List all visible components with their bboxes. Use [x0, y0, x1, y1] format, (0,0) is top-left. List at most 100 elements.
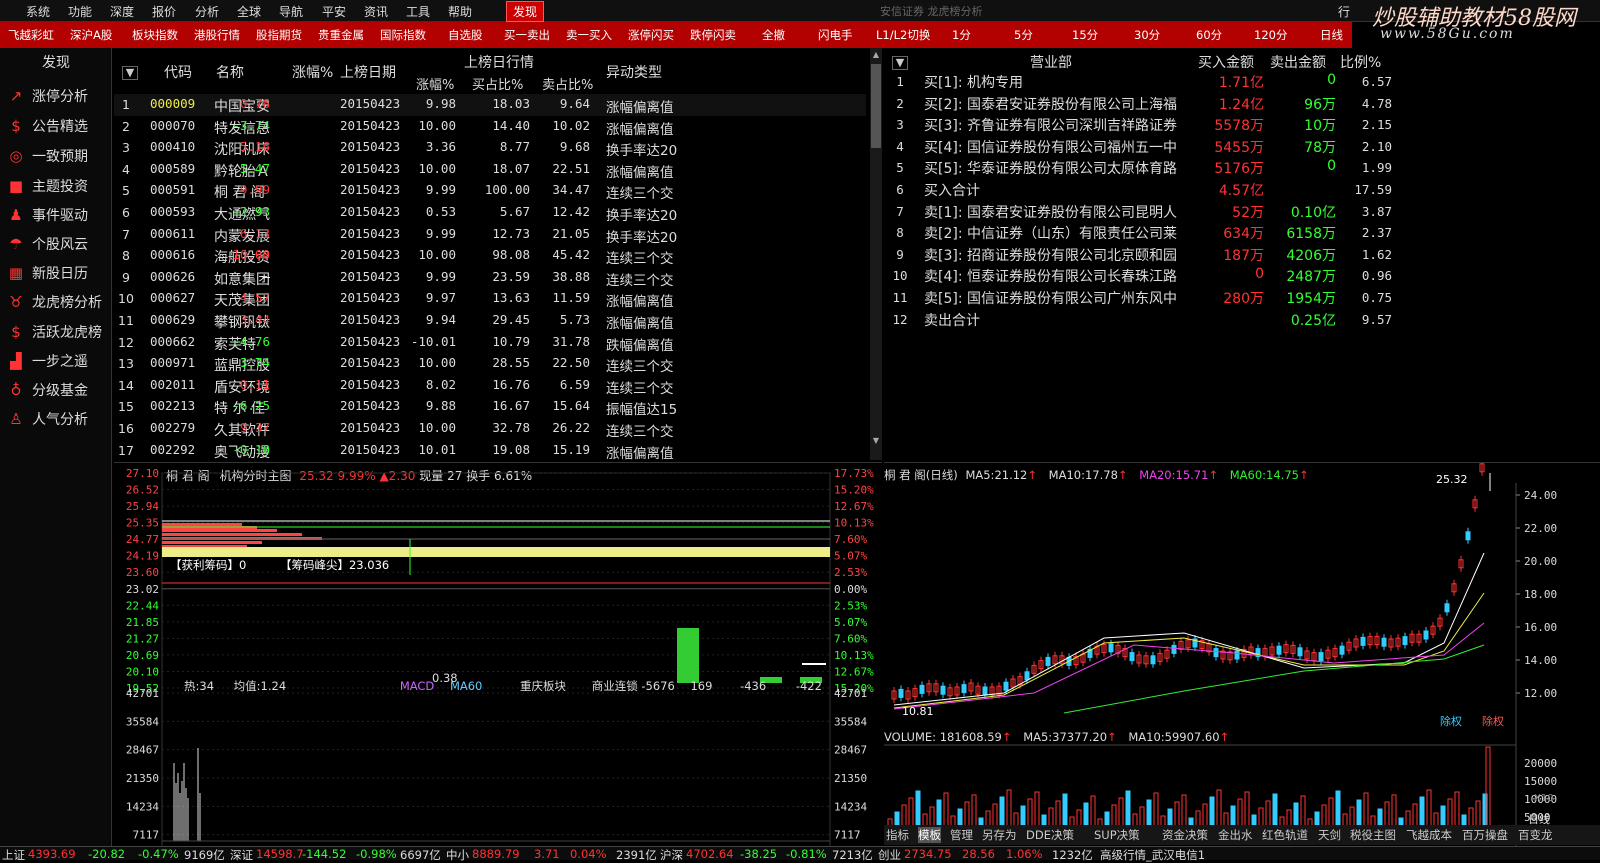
tb-limit-up-buy[interactable]: 涨停闪买	[628, 27, 674, 43]
tb-a-share[interactable]: 深沪A股	[70, 27, 112, 43]
indicator-tab[interactable]: 飞越成本	[1406, 827, 1452, 843]
tb-15min[interactable]: 15分	[1072, 27, 1098, 43]
tb-sector-index[interactable]: 板块指数	[132, 27, 178, 43]
col-ratio[interactable]: 比例%	[1340, 52, 1381, 72]
tb-limit-down-sell[interactable]: 跌停闪卖	[690, 27, 736, 43]
col-split-pct[interactable]: 涨幅%	[416, 74, 454, 93]
col-sell-amount[interactable]: 卖出金额	[1270, 52, 1326, 72]
scroll-down-icon[interactable]: ▼	[871, 436, 881, 446]
broker-row[interactable]: 2 买[2]: 国泰君安证券股份有限公司上海福 1.24亿 96万 4.78	[884, 92, 1600, 114]
tb-cancel-all[interactable]: 全撤	[762, 27, 785, 43]
tb-intl-index[interactable]: 国际指数	[380, 27, 426, 43]
tb-30min[interactable]: 30分	[1134, 27, 1160, 43]
indicator-tab[interactable]: DDE决策	[1026, 827, 1074, 843]
tb-ask-buy[interactable]: 卖一买入	[566, 27, 612, 43]
sidebar-item-one-step[interactable]: ▟ 一步之遥	[6, 349, 110, 373]
indicator-tab[interactable]: 金出水	[1218, 827, 1253, 843]
table-row[interactable]: 13 000971 蓝鼎控股 -3.74 20150423 10.00 28.55 22.50…	[114, 353, 866, 375]
col-pct[interactable]: 涨幅%	[292, 62, 333, 82]
tb-lightning[interactable]: 闪电手	[818, 27, 853, 43]
indicator-tab[interactable]: 天剑	[1318, 827, 1341, 843]
tb-hk[interactable]: 港股行情	[194, 27, 240, 43]
tb-120min[interactable]: 120分	[1254, 27, 1287, 43]
tb-futures[interactable]: 股指期货	[256, 27, 302, 43]
sidebar-item-consensus[interactable]: ◎ 一致预期	[6, 144, 110, 168]
col-buy[interactable]: 买占比%	[472, 74, 523, 93]
table-row[interactable]: 11 000629 攀钢钒钛 3.44 20150423 9.94 29.45 5.73 涨幅偏…	[114, 310, 866, 332]
table-row[interactable]: 1 000009 中国宝安 0.76 20150423 9.98 18.03 9.64 涨幅偏离…	[114, 94, 866, 116]
sidebar-item-dragon-tiger[interactable]: ♉ 龙虎榜分析	[6, 290, 110, 314]
table-row[interactable]: 10 000627 天茂集团 4.57 20150423 9.97 13.63 11.59 涨幅…	[114, 288, 866, 310]
menu-help[interactable]: 帮助	[448, 3, 472, 20]
col-type[interactable]: 异动类型	[606, 62, 662, 82]
broker-row[interactable]: 3 买[3]: 齐鲁证券有限公司深圳吉祥路证券 5578万 10万 2.15	[884, 113, 1600, 135]
indicator-tab[interactable]: 百变龙	[1518, 827, 1553, 843]
menu-right[interactable]: 行	[1338, 3, 1350, 20]
sidebar-item-stock-news[interactable]: ☂ 个股风云	[6, 232, 110, 256]
table-row[interactable]: 3 000410 沈阳机床 5.16 20150423 3.36 8.77 9.68 换手率达2…	[114, 137, 866, 159]
menu-depth[interactable]: 深度	[110, 3, 134, 20]
sort-dropdown-icon[interactable]: ▼	[122, 66, 138, 80]
col-date[interactable]: 上榜日期	[340, 62, 396, 82]
indicator-tab[interactable]: 百万操盘	[1462, 827, 1508, 843]
broker-dropdown-icon[interactable]: ▼	[892, 56, 908, 70]
intraday-chart[interactable]: 桐 君 阁 机构分时主图 25.32 9.99% ▲2.30 现量 27 换手 …	[114, 462, 882, 847]
indicator-tab[interactable]: 红色轨道	[1262, 827, 1308, 843]
tb-metals[interactable]: 贵重金属	[318, 27, 364, 43]
table-row[interactable]: 8 000616 海航投资 10.00 20150423 10.00 98.08 45.42 连…	[114, 245, 866, 267]
table-row[interactable]: 17 002292 奥飞动漫 -0.10 20150423 10.01 19.08 15.19…	[114, 440, 866, 460]
indicator-tab[interactable]: SUP决策	[1094, 827, 1140, 843]
sidebar-item-popularity[interactable]: ♙ 人气分析	[6, 407, 110, 431]
broker-row[interactable]: 7 卖[1]: 国泰君安证券股份有限公司昆明人 52万 0.10亿 3.87	[884, 200, 1600, 222]
indicator-tab[interactable]: 管理	[950, 827, 973, 843]
indicator-tab[interactable]: 税役主图	[1350, 827, 1396, 843]
tb-l1l2[interactable]: L1/L2切换	[876, 27, 930, 43]
table-row[interactable]: 16 002279 久其软件 9.37 20150423 10.00 32.78 26.22 连…	[114, 418, 866, 440]
menu-pingan[interactable]: 平安	[322, 3, 346, 20]
tb-1min[interactable]: 1分	[952, 27, 971, 43]
table-row[interactable]: 5 000591 桐 君 阁 9.99 20150423 9.99 100.00 34.47 连…	[114, 180, 866, 202]
col-sell[interactable]: 卖占比%	[542, 74, 593, 93]
scroll-up-icon[interactable]: ▲	[871, 50, 881, 60]
table-row[interactable]: 9 000626 如意集团 —20150423 9.99 23.59 38.88 连续三个交	[114, 267, 866, 289]
broker-row[interactable]: 9 卖[3]: 招商证券股份有限公司北京颐和园 187万 4206万 1.62	[884, 243, 1600, 265]
broker-row[interactable]: 11 卖[5]: 国信证券股份有限公司广州东风中 280万 1954万 0.75	[884, 286, 1600, 308]
sidebar-item-limit-up[interactable]: ↗ 涨停分析	[6, 84, 110, 108]
indicator-tab[interactable]: 模板	[918, 827, 941, 843]
menu-discover[interactable]: 发现	[506, 1, 545, 22]
scroll-thumb[interactable]	[871, 64, 881, 148]
menu-quote[interactable]: 报价	[152, 3, 176, 20]
broker-row[interactable]: 8 卖[2]: 中信证券（山东）有限责任公司莱 634万 6158万 2.37	[884, 221, 1600, 243]
tb-bid-sell[interactable]: 买一卖出	[504, 27, 550, 43]
tb-60min[interactable]: 60分	[1196, 27, 1222, 43]
col-name[interactable]: 名称	[216, 62, 244, 82]
sidebar-item-theme[interactable]: ■ 主题投资	[6, 174, 110, 198]
broker-row[interactable]: 6 买入合计 4.57亿 17.59	[884, 178, 1600, 200]
sidebar-item-fund[interactable]: ♁ 分级基金	[6, 378, 110, 402]
broker-row[interactable]: 10 卖[4]: 恒泰证券股份有限公司长春珠江路 0 2487万 0.96	[884, 264, 1600, 286]
broker-row[interactable]: 5 买[5]: 华泰证券股份有限公司太原体育路 5176万 0 1.99	[884, 156, 1600, 178]
menu-global[interactable]: 全球	[237, 3, 261, 20]
table-row[interactable]: 14 002011 盾安环境 0.11 20150423 8.02 16.76 6.59 连续三…	[114, 375, 866, 397]
server-status[interactable]: 高级行情_武汉电信1	[1100, 847, 1205, 863]
menu-news[interactable]: 资讯	[364, 3, 388, 20]
col-code[interactable]: 代码	[164, 62, 192, 82]
menu-function[interactable]: 功能	[68, 3, 92, 20]
table-row[interactable]: 4 000589 黔轮胎Ａ -5.47 20150423 10.00 18.07 22.51 涨…	[114, 159, 866, 181]
menu-navigation[interactable]: 导航	[279, 3, 303, 20]
tb-5min[interactable]: 5分	[1014, 27, 1033, 43]
sidebar-item-active-list[interactable]: $ 活跃龙虎榜	[6, 320, 110, 344]
table-row[interactable]: 12 000662 索芙特 -4.76 20150423 -10.01 10.79 31.78…	[114, 332, 866, 354]
indicator-tab[interactable]: 资金决策	[1162, 827, 1208, 843]
tb-rainbow[interactable]: 飞越彩虹	[8, 27, 54, 43]
sidebar-item-bulletin[interactable]: $ 公告精选	[6, 114, 110, 138]
table-row[interactable]: 7 000611 内蒙发展 6.13 20150423 9.99 12.73 21.05 换手率…	[114, 224, 866, 246]
menu-analysis[interactable]: 分析	[195, 3, 219, 20]
daily-kline-chart[interactable]: 桐 君 阁(日线) MA5:21.12↑ MA10:17.78↑ MA20:15…	[884, 462, 1600, 847]
indicator-tab[interactable]: 另存为	[982, 827, 1017, 843]
broker-row[interactable]: 12 卖出合计 0.25亿 9.57	[884, 308, 1600, 330]
tb-watchlist[interactable]: 自选股	[448, 27, 483, 43]
indicator-tab[interactable]: 指标	[886, 827, 909, 843]
sidebar-item-ipo-calendar[interactable]: ▦ 新股日历	[6, 261, 110, 285]
menu-tools[interactable]: 工具	[406, 3, 430, 20]
